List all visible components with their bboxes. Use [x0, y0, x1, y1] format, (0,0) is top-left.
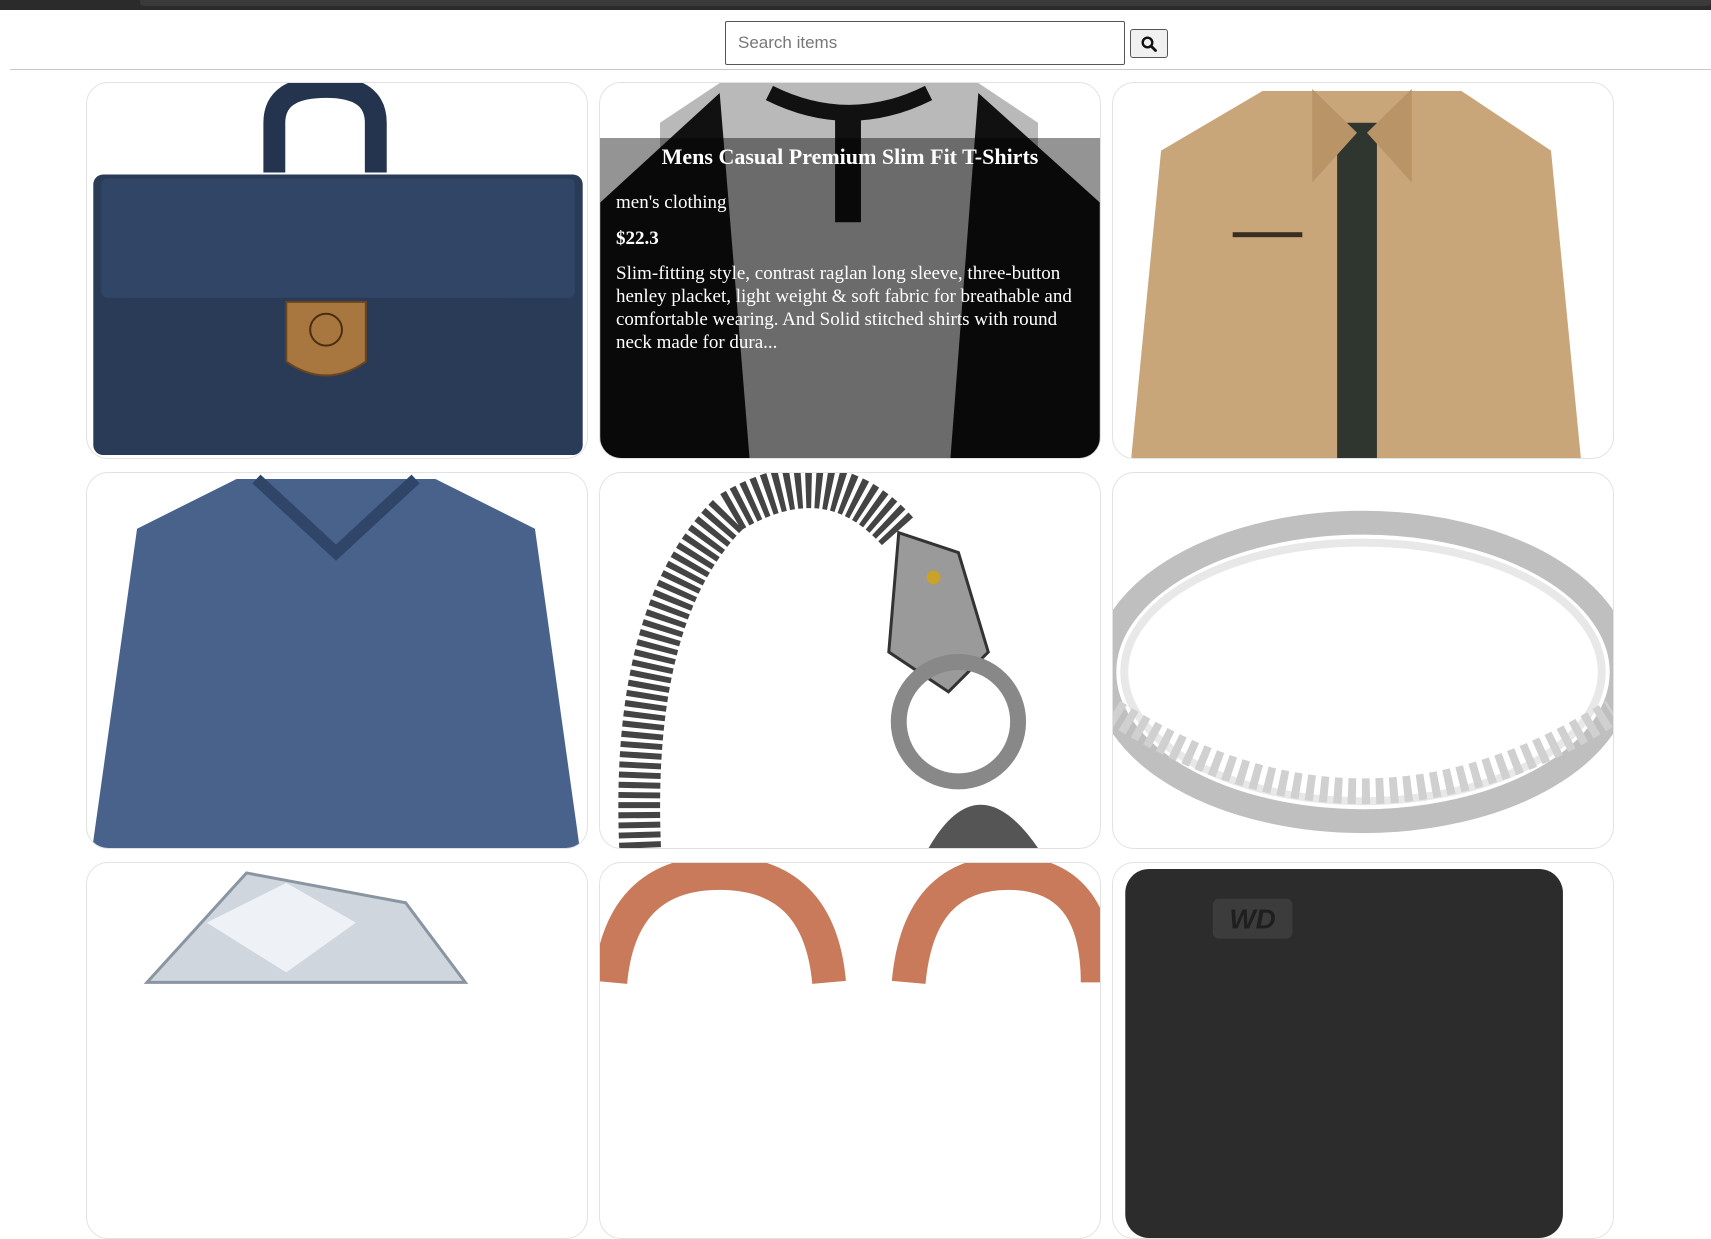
- product-card[interactable]: [599, 862, 1101, 1239]
- diamond-ring-image: [143, 871, 469, 984]
- product-card[interactable]: [1112, 82, 1614, 459]
- backpack-image: [93, 83, 583, 456]
- product-hover-overlay: Mens Casual Premium Slim Fit T-Shirts me…: [600, 138, 1100, 458]
- product-grid: Mens Casual Premium Slim Fit T-Shirts me…: [86, 82, 1614, 1239]
- vneck-shirt-image: [92, 474, 580, 848]
- search-header: [10, 10, 1711, 70]
- product-card[interactable]: [86, 472, 588, 849]
- svg-text:WD: WD: [1229, 904, 1275, 935]
- search-input[interactable]: [725, 21, 1125, 65]
- product-title: Mens Casual Premium Slim Fit T-Shirts: [661, 144, 1039, 169]
- product-card[interactable]: [1112, 472, 1614, 849]
- rose-gold-rings-image: [600, 863, 1100, 985]
- silver-bangle-image: [1113, 510, 1613, 834]
- search-button[interactable]: [1130, 29, 1168, 58]
- product-card[interactable]: [86, 82, 588, 459]
- dragon-bracelet-image: [618, 473, 1038, 848]
- browser-top-strip-inner: [140, 0, 1711, 6]
- product-price: $22.3: [616, 228, 659, 249]
- jacket-image: [1131, 88, 1581, 458]
- product-description: Slim-fitting style, contrast raglan long…: [616, 263, 1072, 353]
- product-card[interactable]: [599, 472, 1101, 849]
- product-card[interactable]: WD: [1112, 862, 1614, 1239]
- browser-top-strip: [0, 0, 1711, 10]
- product-category: men's clothing: [616, 192, 727, 213]
- product-card[interactable]: [86, 862, 588, 1239]
- external-drive-image: WD: [1125, 868, 1563, 1238]
- search-icon: [1141, 35, 1157, 52]
- product-card[interactable]: Mens Casual Premium Slim Fit T-Shirts me…: [599, 82, 1101, 459]
